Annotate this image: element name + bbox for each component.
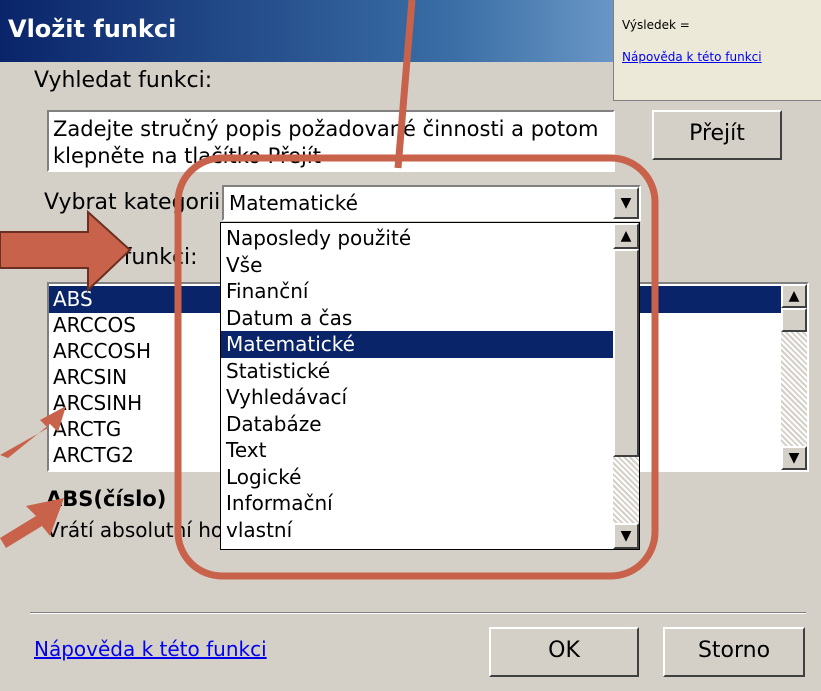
highlight-rectangle	[174, 154, 659, 580]
annotation-overlay	[0, 0, 659, 580]
arrow-right-icon	[0, 209, 132, 293]
arrow-up-right-icon-2	[0, 498, 64, 548]
arrow-up-right-icon	[0, 406, 66, 458]
annotation-line	[394, 0, 416, 169]
